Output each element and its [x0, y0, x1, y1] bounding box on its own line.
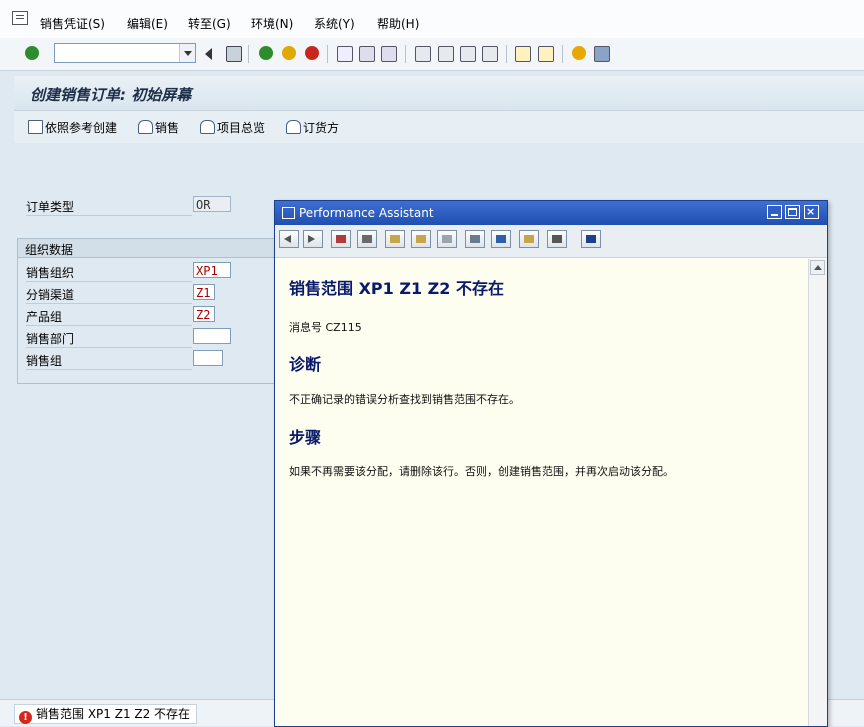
error-icon: !: [19, 711, 32, 724]
edit-icon[interactable]: [385, 230, 405, 248]
print-icon[interactable]: [337, 46, 353, 62]
item-overview-label: 项目总览: [217, 121, 266, 135]
maximize-icon[interactable]: [785, 205, 800, 219]
person-icon: [286, 120, 301, 134]
menu-edit[interactable]: 编辑(E): [127, 15, 168, 32]
exit-icon[interactable]: [282, 46, 296, 60]
display-icon[interactable]: [437, 230, 457, 248]
window-icon: [282, 207, 295, 219]
standard-toolbar: [0, 38, 864, 71]
menu-bar: 销售凭证(S) 编辑(E) 转至(G) 环境(N) 系统(Y) 帮助(H): [0, 0, 864, 39]
message-number: 消息号 CZ115: [289, 321, 362, 334]
status-message-text: 销售范围 XP1 Z1 Z2 不存在: [36, 707, 191, 721]
scroll-up-icon[interactable]: [810, 260, 825, 275]
menu-sales-document[interactable]: 销售凭证(S): [40, 15, 105, 32]
distribution-channel-field[interactable]: Z1: [193, 284, 215, 300]
cancel-icon[interactable]: [305, 46, 319, 60]
diagnosis-heading: 诊断: [289, 355, 322, 374]
command-field[interactable]: [54, 43, 196, 63]
vertical-scrollbar[interactable]: [808, 259, 827, 726]
popup-titlebar[interactable]: Performance Assistant ×: [275, 201, 827, 225]
table-icon[interactable]: [465, 230, 485, 248]
popup-toolbar: [275, 225, 827, 258]
find-next-icon[interactable]: [381, 46, 397, 62]
popup-title: Performance Assistant: [299, 206, 434, 220]
minimize-icon[interactable]: [767, 205, 782, 219]
toolbar-separator: [405, 45, 406, 63]
menu-help[interactable]: 帮助(H): [377, 15, 419, 32]
person-icon: [138, 120, 153, 134]
procedure-text: 如果不再需要该分配，请删除该行。否则，创建销售范围，并再次启动该分配。: [289, 465, 674, 478]
tools-icon[interactable]: [357, 230, 377, 248]
doc-heading: 销售范围 XP1 Z1 Z2 不存在: [289, 279, 504, 298]
org-data-group-header: 组织数据: [18, 239, 280, 258]
page-title: 创建销售订单: 初始屏幕: [30, 86, 192, 104]
toolbar-separator: [562, 45, 563, 63]
item-overview-button[interactable]: 项目总览: [200, 119, 265, 136]
status-message[interactable]: ! 销售范围 XP1 Z1 Z2 不存在: [14, 704, 198, 724]
order-type-label: 订单类型: [26, 198, 192, 216]
division-label: 产品组: [26, 308, 192, 326]
help-icon[interactable]: [572, 46, 586, 60]
first-page-icon[interactable]: [415, 46, 431, 62]
find-icon[interactable]: [359, 46, 375, 62]
back-icon[interactable]: [259, 46, 273, 60]
chevron-down-icon[interactable]: [179, 44, 195, 62]
shortcut-icon[interactable]: [538, 46, 554, 62]
create-with-reference-label: 依照参考创建: [45, 121, 118, 135]
procedure-heading: 步骤: [289, 428, 322, 447]
forward-arrow-icon[interactable]: [303, 230, 323, 248]
sales-group-label: 销售组: [26, 352, 192, 370]
sales-button[interactable]: 销售: [138, 119, 179, 136]
application-toolbar: 依照参考创建 销售 项目总览 订货方: [14, 111, 864, 144]
new-session-icon[interactable]: [515, 46, 531, 62]
copy-icon: [28, 120, 43, 134]
sales-org-field[interactable]: XP1: [193, 262, 231, 278]
print-icon[interactable]: [547, 230, 567, 248]
sales-group-field[interactable]: [193, 350, 223, 366]
close-popup-icon[interactable]: [581, 230, 601, 248]
order-type-field[interactable]: OR: [193, 196, 231, 212]
popup-content: 销售范围 XP1 Z1 Z2 不存在 消息号 CZ115 诊断 不正确记录的错误…: [277, 259, 808, 726]
distribution-channel-label: 分销渠道: [26, 286, 192, 304]
close-icon[interactable]: ×: [804, 205, 819, 219]
window-menu-icon[interactable]: [12, 11, 28, 25]
division-field[interactable]: Z2: [193, 306, 215, 322]
performance-assistant-window: Performance Assistant × 销售范围 XP1 Z1 Z2 不…: [274, 200, 828, 727]
technical-info-icon[interactable]: [331, 230, 351, 248]
last-page-icon[interactable]: [482, 46, 498, 62]
sales-office-field[interactable]: [193, 328, 231, 344]
ordering-party-label: 订货方: [303, 121, 340, 135]
next-page-icon[interactable]: [460, 46, 476, 62]
sales-office-label: 销售部门: [26, 330, 192, 348]
org-data-title: 组织数据: [25, 243, 74, 257]
back-arrow-icon[interactable]: [279, 230, 299, 248]
person-icon: [200, 120, 215, 134]
ordering-party-button[interactable]: 订货方: [286, 119, 339, 136]
menu-environment[interactable]: 环境(N): [251, 15, 293, 32]
sales-org-label: 销售组织: [26, 264, 192, 282]
diagnosis-text: 不正确记录的错误分析查找到销售范围不存在。: [289, 393, 520, 406]
enter-check-icon[interactable]: [25, 46, 39, 60]
settings-icon[interactable]: [519, 230, 539, 248]
toolbar-separator: [506, 45, 507, 63]
save-icon[interactable]: [226, 46, 242, 62]
layout-menu-icon[interactable]: [594, 46, 610, 62]
sales-label: 销售: [155, 121, 180, 135]
create-with-reference-button[interactable]: 依照参考创建: [28, 119, 117, 136]
navigation-icon[interactable]: [491, 230, 511, 248]
document-icon[interactable]: [411, 230, 431, 248]
previous-page-icon[interactable]: [438, 46, 454, 62]
toolbar-separator: [248, 45, 249, 63]
menu-goto[interactable]: 转至(G): [188, 15, 231, 32]
menu-system[interactable]: 系统(Y): [314, 15, 355, 32]
title-bar: 创建销售订单: 初始屏幕: [14, 76, 864, 111]
back-triangle-icon[interactable]: [205, 48, 212, 60]
toolbar-separator: [327, 45, 328, 63]
